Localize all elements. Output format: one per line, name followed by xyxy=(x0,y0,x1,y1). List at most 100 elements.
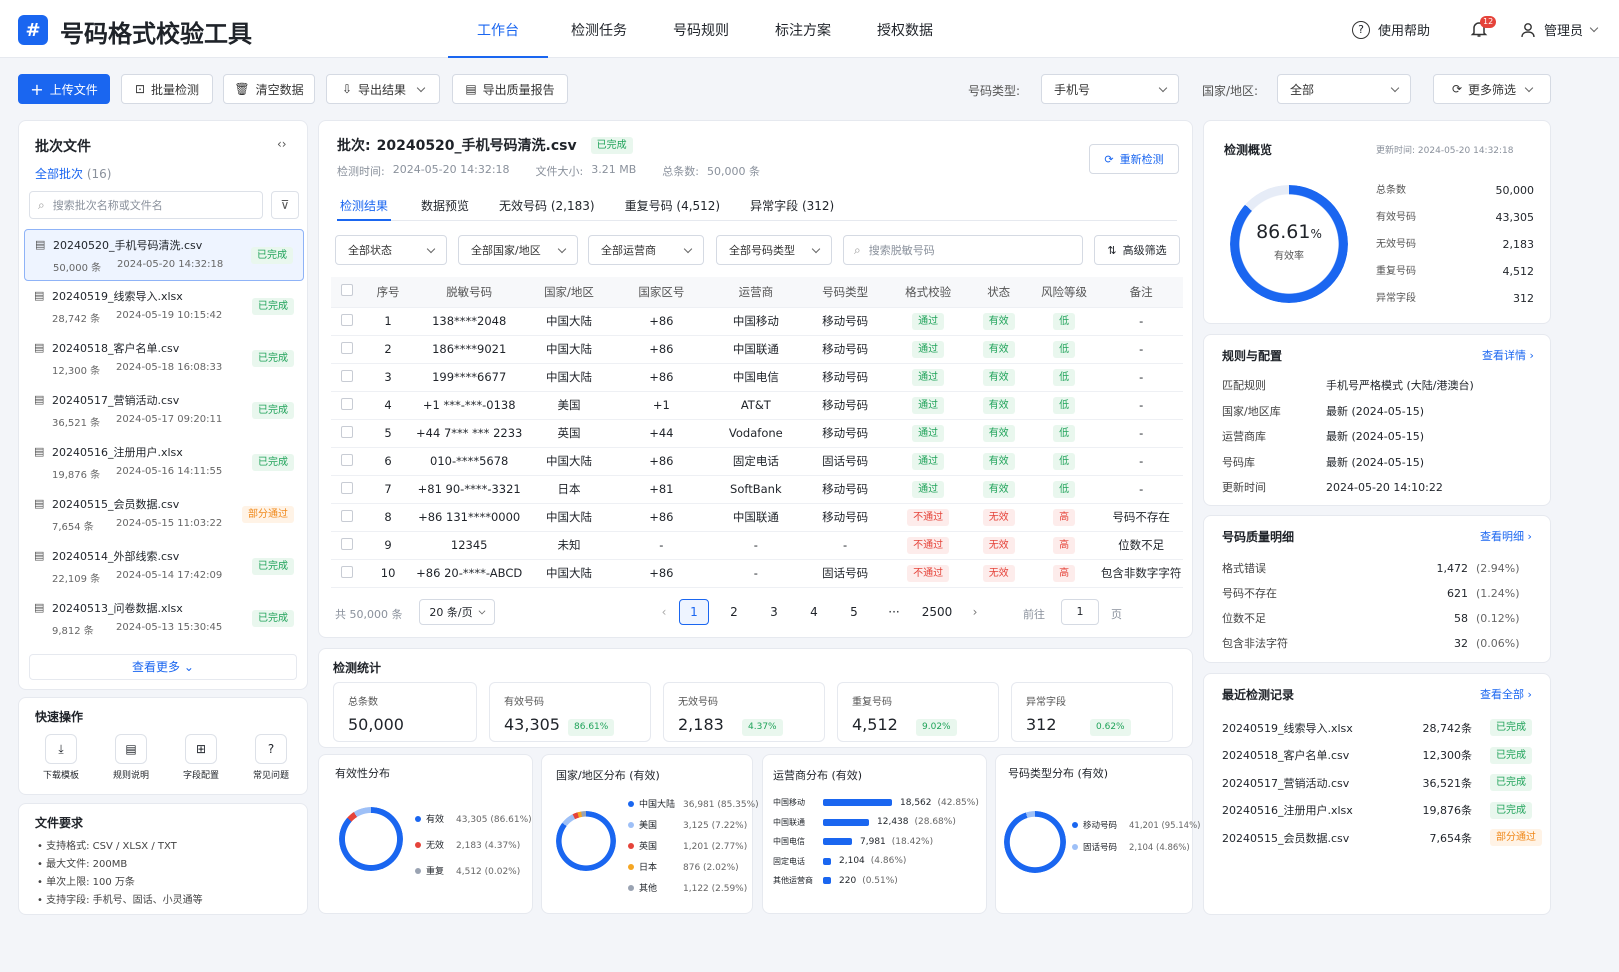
stats-panel: 检测统计 总条数 50,000 有效号码 43,305 86.61% 无效号码 2,183 4… xyxy=(318,648,1193,748)
table-row[interactable]: 5 +44 7*** *** 2233 英国 +44 Vodafone 移动号码 通过 有效 低… xyxy=(331,419,1183,448)
table-cell: 无效 xyxy=(968,531,1029,560)
select-all-checkbox[interactable] xyxy=(331,277,363,308)
all-batches-link[interactable]: 全部批次 (16) xyxy=(35,165,111,182)
batch-check-button[interactable]: ⊡ 批量检测 xyxy=(121,74,213,104)
file-item[interactable]: ▤ 20240514_外部线索.csv 22,109 条 2024-05-14 17:… xyxy=(24,541,304,593)
table-row[interactable]: 7 +81 90-****-3321 日本 +81 SoftBank 移动号码 通过 有效 低 - xyxy=(331,475,1183,504)
export-results-button[interactable]: ⇩ 导出结果 xyxy=(326,74,440,104)
export-report-button[interactable]: ▤ 导出质量报告 xyxy=(452,74,568,104)
row-checkbox[interactable] xyxy=(331,531,363,560)
table-cell: Vodafone xyxy=(709,419,803,448)
page-2[interactable]: 2 xyxy=(719,605,749,619)
table-row[interactable]: 3 199****6677 中国大陆 +86 中国电信 移动号码 通过 有效 低 - xyxy=(331,363,1183,392)
nav-annotation[interactable]: 标注方案 xyxy=(752,0,854,58)
field-config-action[interactable]: ⊞ 字段配置 xyxy=(175,734,227,781)
file-item[interactable]: ▤ 20240516_注册用户.xlsx 19,876 条 2024-05-16 14… xyxy=(24,437,304,489)
status-badge: 低 xyxy=(1053,312,1076,330)
table-row[interactable]: 6 010-****5678 中国大陆 +86 固定电话 固话号码 通过 有效 低 - xyxy=(331,447,1183,476)
user-icon xyxy=(1521,22,1535,37)
table-cell: 有效 xyxy=(968,307,1029,336)
table-row[interactable]: 4 +1 ***-***-0138 美国 +1 AT&T 移动号码 通过 有效 低 - xyxy=(331,391,1183,420)
file-count: 50,000 条 xyxy=(53,263,102,274)
number-search-input[interactable]: ⌕ 搜索脱敏号码 xyxy=(843,235,1083,265)
nav-rules[interactable]: 号码规则 xyxy=(650,0,752,58)
recent-row[interactable]: 20240519_线索导入.xlsx 28,742条 已完成 xyxy=(1222,714,1542,742)
number-type-filter[interactable]: 全部号码类型 xyxy=(716,235,832,265)
nav-workbench[interactable]: 工作台 xyxy=(448,0,548,58)
user-menu[interactable]: 管理员 xyxy=(1520,20,1599,39)
clear-data-button[interactable]: 🗑 清空数据 xyxy=(223,74,315,104)
row-checkbox[interactable] xyxy=(331,419,363,448)
file-item[interactable]: ▤ 20240515_会员数据.csv 7,654 条 2024-05-15 11:0… xyxy=(24,489,304,541)
row-checkbox[interactable] xyxy=(331,559,363,588)
view-all-link[interactable]: 查看全部 › xyxy=(1480,686,1532,702)
nav-auth-data[interactable]: 授权数据 xyxy=(854,0,956,58)
carrier-bar-row: 其他运营商 220 (0.51%) xyxy=(773,875,898,886)
more-filters-button[interactable]: ⟳ 更多筛选 xyxy=(1433,74,1551,104)
table-row[interactable]: 2 186****9021 中国大陆 +86 中国联通 移动号码 通过 有效 低 - xyxy=(331,335,1183,364)
file-time: 2024-05-16 14:11:55 xyxy=(116,466,223,477)
row-checkbox[interactable] xyxy=(331,363,363,392)
region-filter[interactable]: 全部国家/地区 xyxy=(458,235,578,265)
row-checkbox[interactable] xyxy=(331,391,363,420)
tab-invalid[interactable]: 无效号码 (2,183) xyxy=(499,191,595,220)
row-checkbox[interactable] xyxy=(331,503,363,532)
number-type-select[interactable]: 手机号 xyxy=(1041,74,1179,104)
help-link[interactable]: ? 使用帮助 xyxy=(1352,20,1430,39)
page-5[interactable]: 5 xyxy=(839,605,869,619)
status-badge: 已完成 xyxy=(590,136,633,154)
table-cell: 无效 xyxy=(968,503,1029,532)
bell-icon[interactable]: 12 xyxy=(1470,16,1497,38)
recheck-button[interactable]: ⟳ 重新检测 xyxy=(1089,144,1179,174)
file-item[interactable]: ▤ 20240519_线索导入.xlsx 28,742 条 2024-05-19 10… xyxy=(24,281,304,333)
nav-tasks[interactable]: 检测任务 xyxy=(548,0,650,58)
upload-button[interactable]: + 上传文件 xyxy=(18,74,110,104)
recent-row[interactable]: 20240516_注册用户.xlsx 19,876条 已完成 xyxy=(1222,797,1542,825)
collapse-icon[interactable]: ‹› xyxy=(277,137,287,151)
table-row[interactable]: 9 12345 未知 - - - 不通过 无效高位数不足 xyxy=(331,531,1183,560)
download-template-action[interactable]: ⤓ 下载模板 xyxy=(35,734,87,781)
view-breakdown-link[interactable]: 查看明细 › xyxy=(1480,528,1532,544)
file-item[interactable]: ▤ 20240513_问卷数据.xlsx 9,812 条 2024-05-13 15:… xyxy=(24,593,304,645)
next-page-icon[interactable]: › xyxy=(965,605,985,619)
stat-card: 总条数 50,000 xyxy=(333,682,477,742)
page-size-select[interactable]: 20 条/页 xyxy=(419,599,495,625)
row-checkbox[interactable] xyxy=(331,335,363,364)
advanced-filter-button[interactable]: ⇅ 高级筛选 xyxy=(1094,235,1180,265)
rules-doc-action[interactable]: ▤ 规则说明 xyxy=(105,734,157,781)
region-chart-card: 国家/地区分布 (有效) 中国大陆 36,981 (85.35%) 美国 3,125 … xyxy=(541,754,759,914)
table-row[interactable]: 8 +86 131****0000 中国大陆 +86 中国联通 移动号码 不通过 无效 高 号码不… xyxy=(331,503,1183,532)
page-4[interactable]: 4 xyxy=(799,605,829,619)
view-more-button[interactable]: 查看更多 ⌄ xyxy=(29,654,297,680)
page-1[interactable]: 1 xyxy=(679,599,709,625)
row-checkbox[interactable] xyxy=(331,447,363,476)
filter-icon[interactable]: ⊽ xyxy=(271,191,299,219)
faq-action[interactable]: ? 常见问题 xyxy=(245,734,297,781)
recent-row[interactable]: 20240518_客户名单.csv 12,300条 已完成 xyxy=(1222,742,1542,770)
tab-duplicate[interactable]: 重复号码 (4,512) xyxy=(625,191,721,220)
carrier-filter[interactable]: 全部运营商 xyxy=(588,235,704,265)
file-item[interactable]: ▤ 20240517_营销活动.csv 36,521 条 2024-05-17 09:… xyxy=(24,385,304,437)
recent-row[interactable]: 20240517_营销活动.csv 36,521条 已完成 xyxy=(1222,769,1542,797)
batch-search-input[interactable]: ⌕ 搜索批次名称或文件名 xyxy=(29,191,263,219)
tab-results[interactable]: 检测结果 xyxy=(337,191,392,221)
status-filter[interactable]: 全部状态 xyxy=(335,235,447,265)
region-select[interactable]: 全部 xyxy=(1277,74,1411,104)
page-3[interactable]: 3 xyxy=(759,605,789,619)
tab-preview[interactable]: 数据预览 xyxy=(421,191,469,220)
recent-row[interactable]: 20240515_会员数据.csv 7,654条 部分通过 xyxy=(1222,824,1542,852)
file-item[interactable]: ▤ 20240518_客户名单.csv 12,300 条 2024-05-18 16:… xyxy=(24,333,304,385)
view-details-link[interactable]: 查看详情 › xyxy=(1482,347,1534,363)
goto-page-input[interactable]: 1 xyxy=(1061,599,1099,625)
file-item[interactable]: ▤ 20240520_手机号码清洗.csv 50,000 条 2024-05-20 1… xyxy=(24,229,304,281)
row-checkbox[interactable] xyxy=(331,307,363,336)
status-badge: 有效 xyxy=(982,312,1015,330)
page-last[interactable]: 2500 xyxy=(919,605,955,619)
row-checkbox[interactable] xyxy=(331,475,363,504)
tab-abnormal[interactable]: 异常字段 (312) xyxy=(750,191,834,220)
search-icon: ⌕ xyxy=(38,197,45,212)
prev-page-icon[interactable]: ‹ xyxy=(649,605,679,619)
table-row[interactable]: 10 +86 20-****-ABCD 中国大陆 +86- 固话号码 不通过 无效 高 包含非数… xyxy=(331,559,1183,588)
table-row[interactable]: 1 138****2048 中国大陆 +86 中国移动 移动号码 通过 有效 低 - xyxy=(331,307,1183,336)
req-item: • 单次上限: 100 万条 xyxy=(37,877,135,888)
